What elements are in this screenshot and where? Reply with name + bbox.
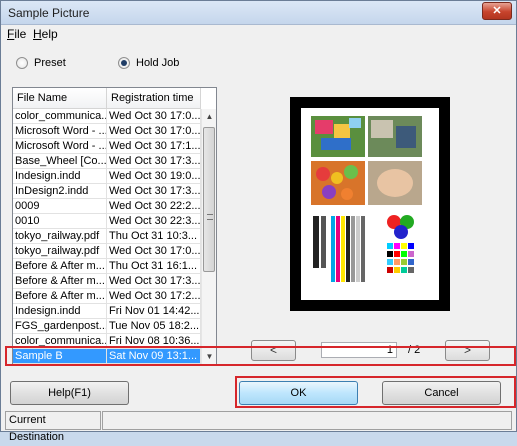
registration-time-cell: Fri Nov 01 14:42... — [109, 304, 201, 318]
file-list[interactable]: File Name Registration time color_commun… — [12, 87, 217, 366]
table-row[interactable]: 0009 Wed Oct 30 22:2... — [13, 199, 201, 214]
close-button[interactable]: ✕ — [482, 2, 512, 20]
registration-time-cell: Wed Oct 30 17:3... — [109, 154, 201, 168]
sample-picture-window: Sample Picture ✕ File Help Preset Hold J… — [0, 0, 517, 443]
file-list-header: File Name Registration time — [13, 88, 201, 109]
table-row[interactable]: tokyo_railway.pdf Thu Oct 31 10:3... — [13, 229, 201, 244]
title-bar: Sample Picture ✕ — [1, 1, 516, 25]
registration-time-cell: Wed Oct 30 22:3... — [109, 214, 201, 228]
highlight-box-selection — [5, 346, 516, 366]
table-row[interactable]: FGS_gardenpost... Tue Nov 05 18:2... — [13, 319, 201, 334]
registration-time-cell: Thu Oct 31 10:3... — [107, 229, 201, 243]
highlight-box-buttons — [235, 376, 516, 408]
file-name-cell: 0010 — [13, 214, 107, 228]
menu-help[interactable]: Help — [33, 27, 58, 41]
table-row[interactable]: Before & After m... Wed Oct 30 17:2... — [13, 289, 201, 304]
scroll-up-icon[interactable]: ▲ — [202, 109, 216, 125]
preview-frame — [290, 97, 450, 311]
status-destination-value — [102, 411, 512, 430]
table-row[interactable]: Microsoft Word - ... Wed Oct 30 17:0... — [13, 124, 201, 139]
file-name-cell: Microsoft Word - ... — [15, 124, 107, 138]
file-name-cell: Before & After m... — [13, 274, 107, 288]
table-row[interactable]: Microsoft Word - ... Wed Oct 30 17:1... — [13, 139, 201, 154]
table-row[interactable]: Before & After m... Wed Oct 30 17:3... — [13, 274, 201, 289]
radio-circle-icon — [16, 57, 28, 69]
file-name-cell: Before & After m... — [13, 289, 107, 303]
file-name-cell: tokyo_railway.pdf — [13, 229, 107, 243]
column-header-file-name[interactable]: File Name — [13, 88, 107, 109]
menu-file[interactable]: File — [7, 27, 26, 41]
table-row[interactable]: 0010 Wed Oct 30 22:3... — [13, 214, 201, 229]
file-list-rows: color_communica... Wed Oct 30 17:0... Micr… — [13, 109, 201, 364]
table-row[interactable]: Indesign.indd Fri Nov 01 14:42... — [13, 304, 201, 319]
file-name-cell: color_communica... — [15, 109, 107, 123]
file-name-cell: Base_Wheel [Co... — [15, 154, 107, 168]
file-name-cell: Indesign.indd — [13, 304, 107, 318]
help-button[interactable]: Help(F1) — [10, 381, 129, 405]
vertical-scrollbar[interactable]: ▲ ▼ — [201, 109, 216, 365]
file-name-cell: Indesign.indd — [13, 169, 107, 183]
grip-icon — [207, 214, 213, 220]
file-name-cell: FGS_gardenpost... — [15, 319, 107, 333]
column-header-registration-time[interactable]: Registration time — [107, 88, 201, 109]
registration-time-cell: Wed Oct 30 22:2... — [109, 199, 201, 213]
file-name-cell: Microsoft Word - ... — [15, 139, 107, 153]
registration-time-cell: Wed Oct 30 17:2... — [109, 289, 201, 303]
file-name-cell: tokyo_railway.pdf — [13, 244, 107, 258]
file-name-cell: InDesign2.indd — [13, 184, 107, 198]
radio-checked-icon — [118, 57, 130, 69]
registration-time-cell: Wed Oct 30 19:0... — [109, 169, 201, 183]
registration-time-cell: Wed Oct 30 17:0... — [109, 244, 201, 258]
holdjob-radio[interactable]: Hold Job — [118, 57, 179, 69]
table-row[interactable]: Indesign.indd Wed Oct 30 19:0... — [13, 169, 201, 184]
menu-bar: File Help — [1, 25, 516, 43]
table-row[interactable]: Base_Wheel [Co... Wed Oct 30 17:3... — [13, 154, 201, 169]
registration-time-cell: Wed Oct 30 17:0... — [109, 109, 201, 123]
window-title: Sample Picture — [8, 6, 90, 20]
registration-time-cell: Wed Oct 30 17:3... — [109, 274, 201, 288]
file-name-cell: 0009 — [13, 199, 107, 213]
sample-page-thumbnail — [311, 116, 422, 282]
registration-time-cell: Tue Nov 05 18:2... — [109, 319, 201, 333]
registration-time-cell: Wed Oct 30 17:3... — [109, 184, 201, 198]
file-name-cell: Before & After m... — [13, 259, 107, 273]
status-current-destination: Current Destination — [5, 411, 101, 443]
registration-time-cell: Thu Oct 31 16:1... — [107, 259, 201, 273]
status-bar: Current Destination — [1, 409, 516, 443]
scroll-thumb[interactable] — [203, 127, 215, 272]
table-row[interactable]: tokyo_railway.pdf Wed Oct 30 17:0... — [13, 244, 201, 259]
page-preview — [301, 108, 439, 300]
table-row[interactable]: Before & After m... Thu Oct 31 16:1... — [13, 259, 201, 274]
registration-time-cell: Wed Oct 30 17:1... — [109, 139, 201, 153]
preset-radio[interactable]: Preset — [16, 57, 66, 69]
table-row[interactable]: color_communica... Wed Oct 30 17:0... — [13, 109, 201, 124]
table-row[interactable]: InDesign2.indd Wed Oct 30 17:3... — [13, 184, 201, 199]
registration-time-cell: Wed Oct 30 17:0... — [109, 124, 201, 138]
